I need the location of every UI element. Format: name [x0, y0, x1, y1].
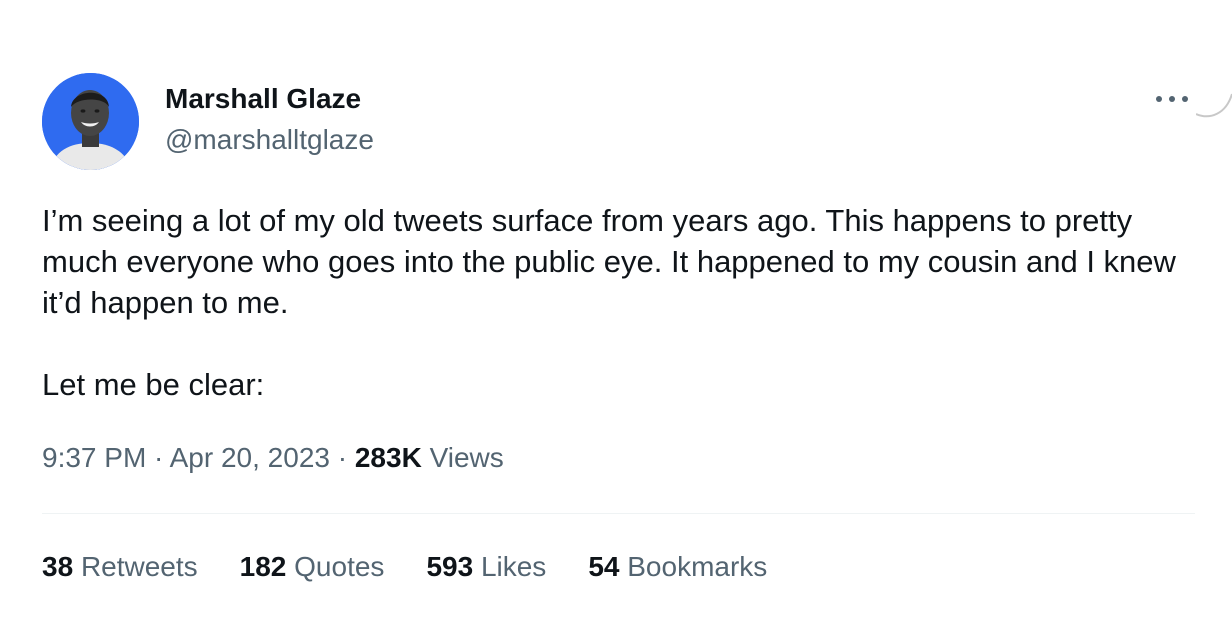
quotes-label: Quotes [294, 551, 385, 582]
tweet-paragraph-2: Let me be clear: [42, 367, 265, 402]
tweet-card: Marshall Glaze @marshalltglaze I’m seein… [0, 0, 1232, 618]
more-horizontal-icon [1156, 96, 1188, 102]
likes-stat[interactable]: 593 Likes [426, 549, 546, 585]
avatar-image [42, 73, 139, 170]
views-count: 283K [354, 442, 422, 473]
more-options-button[interactable] [1150, 84, 1194, 114]
meta-separator: · [146, 442, 170, 473]
tweet-date[interactable]: Apr 20, 2023 [170, 442, 330, 473]
bookmarks-count: 54 [588, 551, 620, 582]
retweets-count: 38 [42, 551, 74, 582]
quotes-stat[interactable]: 182 Quotes [240, 549, 385, 585]
bookmarks-stat[interactable]: 54 Bookmarks [588, 549, 767, 585]
retweets-label: Retweets [80, 551, 198, 582]
tweet-text: I’m seeing a lot of my old tweets surfac… [42, 200, 1202, 405]
meta-separator: · [329, 442, 355, 473]
author-display-name[interactable]: Marshall Glaze [165, 82, 361, 116]
corner-curve-decoration [1196, 93, 1232, 118]
quotes-count: 182 [239, 551, 287, 582]
tweet-paragraph-1: I’m seeing a lot of my old tweets surfac… [42, 203, 1176, 320]
likes-count: 593 [426, 551, 474, 582]
author-handle[interactable]: @marshalltglaze [165, 123, 374, 157]
views-label: Views [429, 442, 504, 473]
tweet-time[interactable]: 9:37 PM [42, 442, 146, 473]
divider [42, 513, 1195, 514]
avatar[interactable] [42, 73, 139, 170]
bookmarks-label: Bookmarks [627, 551, 768, 582]
likes-label: Likes [480, 551, 547, 582]
engagement-stats: 38 Retweets 182 Quotes 593 Likes 54 Book… [42, 549, 767, 585]
tweet-metadata: 9:37 PM · Apr 20, 2023 · 283K Views [42, 440, 504, 476]
retweets-stat[interactable]: 38 Retweets [42, 549, 198, 585]
